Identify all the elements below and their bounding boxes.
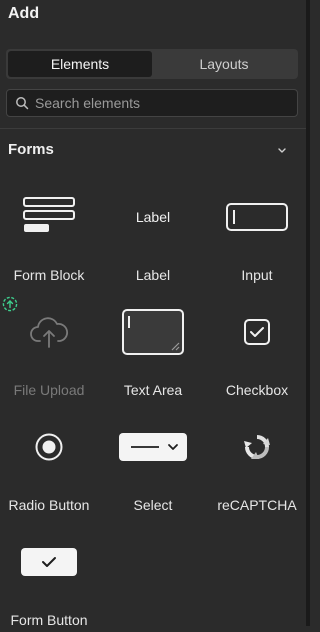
recaptcha-icon xyxy=(205,407,309,487)
search-input[interactable] xyxy=(35,95,275,111)
element-label: reCAPTCHA xyxy=(217,497,297,513)
form-block-icon xyxy=(0,177,101,257)
tab-switcher: Elements Layouts xyxy=(6,49,298,79)
element-text-area[interactable]: Text Area xyxy=(101,292,205,402)
element-form-block[interactable]: Form Block xyxy=(0,177,101,287)
element-file-upload[interactable]: File Upload xyxy=(0,292,101,402)
element-label: Select xyxy=(133,497,173,513)
section-title-forms: Forms xyxy=(8,141,54,158)
label-glyph-text: Label xyxy=(135,209,171,225)
radio-button-icon xyxy=(0,407,101,487)
search-box xyxy=(6,89,298,117)
checkbox-icon xyxy=(205,292,309,372)
element-form-button[interactable]: Form Button xyxy=(0,522,101,632)
element-radio-button[interactable]: Radio Button xyxy=(0,407,101,517)
label-icon: Label xyxy=(101,177,205,257)
element-label: Checkbox xyxy=(225,382,289,398)
element-label: File Upload xyxy=(13,382,85,398)
tab-layouts[interactable]: Layouts xyxy=(152,51,296,77)
element-recaptcha[interactable]: reCAPTCHA xyxy=(205,407,309,517)
element-label: Form Block xyxy=(13,267,85,283)
element-label: Input xyxy=(241,267,273,283)
tab-elements[interactable]: Elements xyxy=(8,51,152,77)
input-icon xyxy=(205,177,309,257)
element-label: Label xyxy=(135,267,171,283)
element-label-field[interactable]: Label Label xyxy=(101,177,205,287)
element-checkbox[interactable]: Checkbox xyxy=(205,292,309,402)
search-icon xyxy=(16,97,29,110)
element-select[interactable]: Select xyxy=(101,407,205,517)
panel-title: Add xyxy=(8,5,40,22)
section-divider xyxy=(0,128,306,129)
element-input[interactable]: Input xyxy=(205,177,309,287)
chevron-down-icon[interactable] xyxy=(275,143,289,157)
select-icon xyxy=(101,407,205,487)
element-label: Radio Button xyxy=(8,497,90,513)
cloud-upload-icon xyxy=(0,292,101,372)
form-button-icon xyxy=(0,522,101,602)
element-label: Text Area xyxy=(123,382,183,398)
text-area-icon xyxy=(101,292,205,372)
